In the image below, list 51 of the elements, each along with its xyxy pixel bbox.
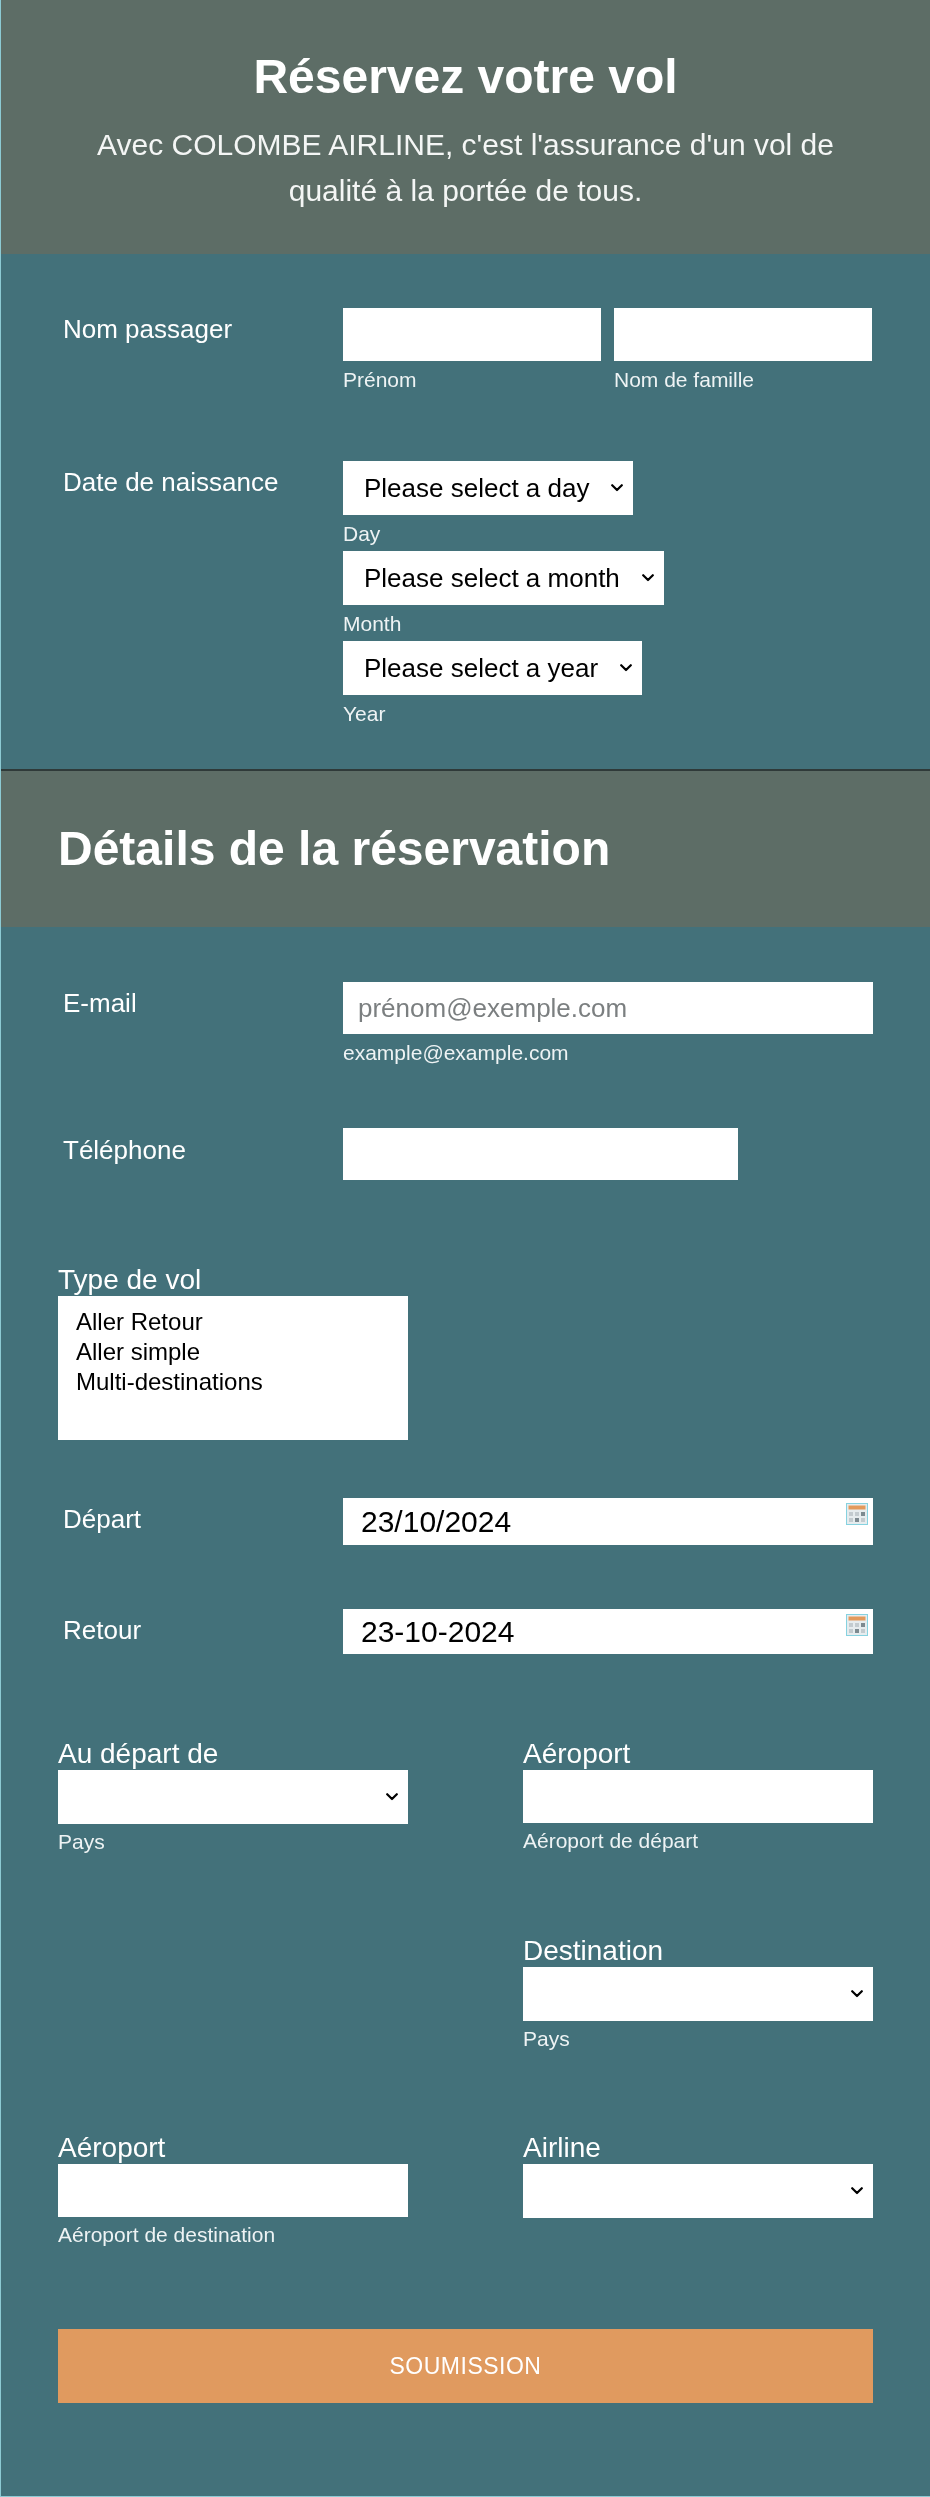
field-label: Aéroport: [523, 1737, 631, 1770]
date-input[interactable]: 23/10/2024: [343, 1498, 873, 1545]
field-hint: Aéroport de destination: [58, 2222, 276, 2248]
chevron-down-icon: [851, 2187, 863, 2195]
dropdown-select[interactable]: [523, 2164, 873, 2218]
field-label: Nom passager: [63, 313, 233, 345]
text-input[interactable]: [343, 308, 601, 361]
chevron-down-icon: [386, 1793, 398, 1801]
listbox-option[interactable]: Aller Retour: [76, 1307, 390, 1337]
chevron-down-icon: [851, 1990, 863, 1998]
text-input[interactable]: [58, 2164, 408, 2217]
field-label: Date de naissance: [63, 466, 279, 498]
calendar-icon[interactable]: [846, 1503, 868, 1525]
flight-type-listbox[interactable]: Aller Retour Aller simple Multi-destinations: [58, 1296, 408, 1440]
dropdown-select[interactable]: Please select a month: [343, 551, 664, 605]
page-title: Réservez votre vol: [253, 49, 678, 105]
field-label: Airline: [523, 2131, 601, 2164]
chevron-down-icon: [620, 664, 633, 672]
dropdown-select[interactable]: Please select a year: [343, 641, 643, 695]
field-label: Retour: [63, 1614, 142, 1646]
text-input[interactable]: [614, 308, 872, 361]
field-hint: Pays: [523, 2026, 570, 2052]
page-subtitle: Avec COLOMBE AIRLINE, c'est l'assurance d'un vol de qualité à la portée de tous.: [96, 127, 835, 209]
field-hint: Pays: [58, 1829, 105, 1855]
dropdown-select[interactable]: [58, 1770, 408, 1824]
field-hint: Aéroport de départ: [523, 1828, 699, 1854]
chevron-down-icon: [611, 484, 624, 492]
field-hint: Nom de famille: [614, 367, 755, 393]
field-label: Au départ de: [58, 1737, 219, 1770]
chevron-down-icon: [641, 574, 654, 582]
field-hint: Day: [343, 521, 381, 547]
listbox-option[interactable]: Multi-destinations: [76, 1367, 390, 1397]
text-input[interactable]: [523, 1770, 873, 1823]
field-hint: Month: [343, 611, 402, 637]
field-label: Aéroport: [58, 2131, 166, 2164]
email-input[interactable]: prénom@exemple.com: [343, 982, 873, 1034]
section-title: Détails de la réservation: [58, 821, 611, 877]
field-label: Destination: [523, 1934, 664, 1967]
dropdown-select[interactable]: [523, 1967, 873, 2021]
listbox-option[interactable]: Aller simple: [76, 1337, 390, 1367]
dropdown-select[interactable]: Please select a day: [343, 461, 634, 515]
field-hint: example@example.com: [343, 1040, 569, 1066]
field-label: E-mail: [63, 987, 137, 1019]
field-label: Téléphone: [63, 1134, 186, 1166]
field-hint: Prénom: [343, 367, 417, 393]
field-label: Type de vol: [58, 1264, 202, 1296]
phone-input[interactable]: [343, 1128, 738, 1180]
calendar-icon[interactable]: [846, 1614, 868, 1636]
field-label: Départ: [63, 1503, 142, 1535]
field-hint: Year: [343, 701, 386, 727]
date-input[interactable]: 23-10-2024: [343, 1609, 873, 1654]
